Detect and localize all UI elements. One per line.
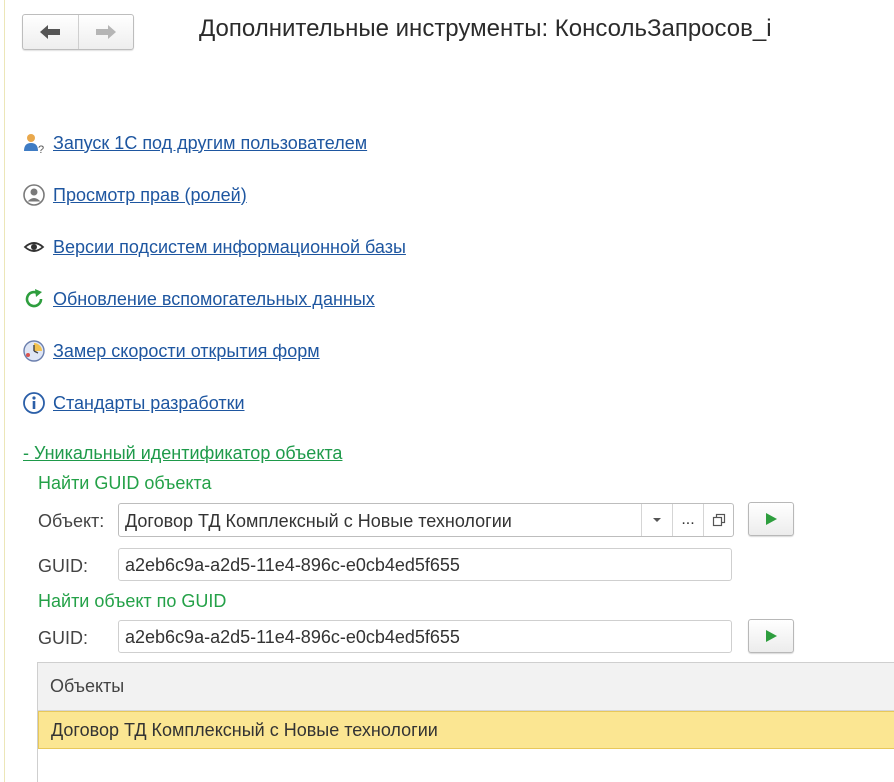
- page-title: Дополнительные инструменты: КонсольЗапро…: [199, 15, 772, 42]
- guid-result-field[interactable]: a2eb6c9a-a2d5-11e4-896c-e0cb4ed5f655: [118, 548, 732, 581]
- command-run-as-user[interactable]: ? Запуск 1С под другим пользователем: [22, 131, 367, 155]
- user-circle-icon: [22, 183, 46, 207]
- chevron-down-icon: [653, 518, 661, 522]
- open-button[interactable]: [703, 504, 734, 536]
- guid-label: GUID:: [38, 628, 89, 648]
- find-guid-run-button[interactable]: [748, 502, 794, 536]
- info-icon: [22, 391, 46, 415]
- command-label[interactable]: Замер скорости открытия форм: [53, 341, 320, 362]
- command-form-speed[interactable]: Замер скорости открытия форм: [22, 339, 320, 363]
- command-label[interactable]: Версии подсистем информационной базы: [53, 237, 406, 258]
- object-value: Договор ТД Комплексный с Новые технологи…: [125, 511, 512, 531]
- left-border: [4, 0, 5, 782]
- play-icon: [766, 513, 777, 525]
- guid-value: a2eb6c9a-a2d5-11e4-896c-e0cb4ed5f655: [125, 627, 460, 647]
- command-view-rights[interactable]: Просмотр прав (ролей): [22, 183, 247, 207]
- command-label[interactable]: Запуск 1С под другим пользователем: [53, 133, 367, 154]
- command-label[interactable]: Просмотр прав (ролей): [53, 185, 247, 206]
- arrow-right-icon: [95, 25, 116, 39]
- find-object-run-button[interactable]: [748, 619, 794, 653]
- open-window-icon: [712, 513, 726, 527]
- find-object-title: Найти объект по GUID: [38, 591, 227, 611]
- command-subsystem-versions[interactable]: Версии подсистем информационной базы: [22, 235, 406, 259]
- dropdown-button[interactable]: [641, 504, 672, 536]
- objects-table[interactable]: Объекты Договор ТД Комплексный с Новые т…: [37, 662, 894, 782]
- back-button[interactable]: [23, 15, 78, 49]
- guid-value: a2eb6c9a-a2d5-11e4-896c-e0cb4ed5f655: [125, 555, 460, 575]
- table-header[interactable]: Объекты: [38, 663, 894, 711]
- command-label[interactable]: Стандарты разработки: [53, 393, 245, 414]
- command-label[interactable]: Обновление вспомогательных данных: [53, 289, 375, 310]
- command-update-data[interactable]: Обновление вспомогательных данных: [22, 287, 375, 311]
- column-header-objects: Объекты: [50, 676, 125, 696]
- table-cell: Договор ТД Комплексный с Новые технологи…: [51, 720, 438, 740]
- guid-label: GUID:: [38, 556, 89, 576]
- refresh-icon: [22, 287, 46, 311]
- clock-globe-icon: [22, 339, 46, 363]
- object-label: Объект:: [38, 511, 105, 531]
- table-row[interactable]: Договор ТД Комплексный с Новые технологи…: [38, 711, 894, 749]
- play-icon: [766, 630, 777, 642]
- user-question-icon: ?: [22, 131, 46, 155]
- navigation-buttons: [22, 14, 134, 50]
- forward-button[interactable]: [77, 15, 134, 49]
- find-guid-title: Найти GUID объекта: [38, 473, 212, 493]
- svg-text:?: ?: [38, 144, 44, 155]
- arrow-left-icon: [40, 25, 61, 39]
- object-select[interactable]: Договор ТД Комплексный с Новые технологи…: [118, 503, 734, 537]
- command-dev-standards[interactable]: Стандарты разработки: [22, 391, 245, 415]
- select-ellipsis-button[interactable]: ...: [672, 504, 703, 536]
- guid-input[interactable]: a2eb6c9a-a2d5-11e4-896c-e0cb4ed5f655: [118, 620, 732, 653]
- guid-group-toggle[interactable]: - Уникальный идентификатор объекта: [23, 443, 342, 464]
- eye-icon: [22, 235, 46, 259]
